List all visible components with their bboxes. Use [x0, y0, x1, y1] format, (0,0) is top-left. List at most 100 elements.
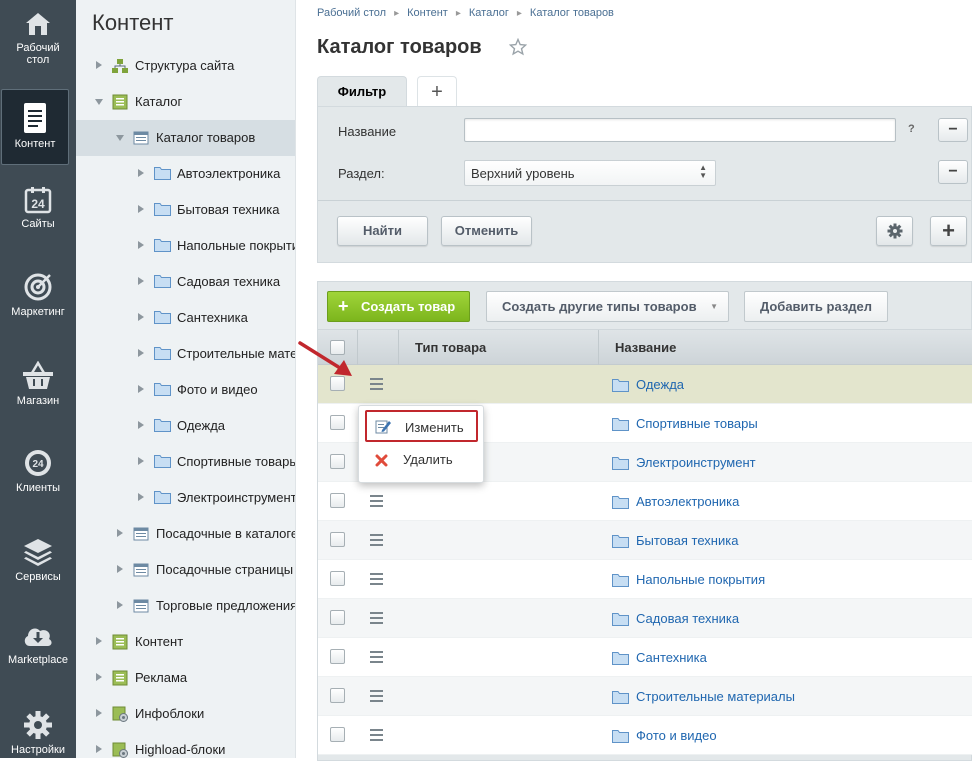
sidebar-item-marketplace[interactable]: Marketplace [0, 622, 76, 666]
sidebar-item-services[interactable]: Сервисы [0, 537, 76, 583]
collapse-arrow-icon[interactable] [116, 135, 124, 141]
row-checkbox[interactable] [330, 454, 345, 469]
tree-node-section[interactable]: Одежда [76, 408, 295, 444]
expand-arrow-icon[interactable] [138, 241, 144, 249]
breadcrumb-item[interactable]: Контент [407, 7, 448, 19]
row-menu-icon[interactable] [370, 651, 383, 666]
tree-node-section[interactable]: Спортивные товары [76, 444, 295, 480]
expand-arrow-icon[interactable] [96, 673, 102, 681]
row-menu-icon[interactable] [370, 612, 383, 627]
tree-node-section[interactable]: Фото и видео [76, 372, 295, 408]
row-name-link[interactable]: Спортивные товары [636, 416, 758, 431]
table-row[interactable]: Бытовая техника [318, 521, 972, 560]
row-menu-icon[interactable] [370, 495, 383, 510]
row-checkbox[interactable] [330, 649, 345, 664]
row-name-link[interactable]: Строительные материалы [636, 689, 795, 704]
breadcrumb-item[interactable]: Каталог [469, 7, 509, 19]
row-name-link[interactable]: Бытовая техника [636, 533, 738, 548]
row-menu-icon[interactable] [370, 729, 383, 744]
row-checkbox[interactable] [330, 571, 345, 586]
expand-arrow-icon[interactable] [96, 637, 102, 645]
expand-arrow-icon[interactable] [96, 61, 102, 69]
row-menu-icon[interactable] [370, 534, 383, 549]
row-name-link[interactable]: Садовая техника [636, 611, 739, 626]
row-menu-icon[interactable] [370, 378, 383, 393]
filter-name-input[interactable] [464, 118, 896, 142]
expand-arrow-icon[interactable] [138, 169, 144, 177]
breadcrumb-item[interactable]: Рабочий стол [317, 7, 386, 19]
favorite-star-icon[interactable] [509, 38, 527, 56]
tree-node-section[interactable]: Строительные материалы [76, 336, 295, 372]
expand-arrow-icon[interactable] [96, 709, 102, 717]
table-row[interactable]: Одежда [318, 365, 972, 404]
find-button[interactable]: Найти [337, 216, 428, 246]
tree-node-section[interactable]: Бытовая техника [76, 192, 295, 228]
tree-node-ads[interactable]: Реклама [76, 660, 295, 696]
tab-filter[interactable]: Фильтр [317, 76, 407, 107]
expand-arrow-icon[interactable] [96, 745, 102, 753]
table-row[interactable]: Фото и видео [318, 716, 972, 755]
collapse-arrow-icon[interactable] [95, 99, 103, 105]
table-row[interactable]: Садовая техника [318, 599, 972, 638]
table-row[interactable]: Напольные покрытия [318, 560, 972, 599]
row-checkbox[interactable] [330, 727, 345, 742]
tree-node-section[interactable]: Сантехника [76, 300, 295, 336]
tree-node-iblock[interactable]: Посадочные в каталоге [76, 516, 295, 552]
sidebar-item-shop[interactable]: Магазин [0, 361, 76, 407]
tree-node-section[interactable]: Электроинструменты [76, 480, 295, 516]
cancel-button[interactable]: Отменить [441, 216, 532, 246]
expand-arrow-icon[interactable] [138, 421, 144, 429]
expand-arrow-icon[interactable] [138, 205, 144, 213]
expand-arrow-icon[interactable] [138, 349, 144, 357]
row-checkbox[interactable] [330, 493, 345, 508]
expand-arrow-icon[interactable] [138, 493, 144, 501]
tree-node-iblock[interactable]: Посадочные страницы [76, 552, 295, 588]
sidebar-item-content[interactable]: Контент [1, 89, 69, 165]
row-name-link[interactable]: Фото и видео [636, 728, 717, 743]
create-other-types-button[interactable]: Создать другие типы товаров ▼ [486, 291, 729, 322]
tree-node-section[interactable]: Садовая техника [76, 264, 295, 300]
expand-arrow-icon[interactable] [117, 565, 123, 573]
row-name-link[interactable]: Напольные покрытия [636, 572, 765, 587]
add-filter-field-button[interactable]: + [930, 216, 967, 246]
grid-header-type[interactable]: Тип товара [398, 330, 598, 365]
sidebar-item-clients[interactable]: 24 Клиенты [0, 448, 76, 494]
menu-item-delete[interactable]: Удалить [365, 446, 478, 476]
tree-node-infoblocks[interactable]: Инфоблоки [76, 696, 295, 732]
table-row[interactable]: Автоэлектроника [318, 482, 972, 521]
menu-item-edit[interactable]: Изменить [365, 410, 478, 442]
expand-arrow-icon[interactable] [138, 277, 144, 285]
sidebar-item-desktop[interactable]: Рабочий стол [0, 10, 76, 66]
expand-arrow-icon[interactable] [117, 529, 123, 537]
sidebar-item-sites[interactable]: 24 Сайты [0, 186, 76, 230]
breadcrumb-item[interactable]: Каталог товаров [530, 7, 614, 19]
tree-node-content[interactable]: Контент [76, 624, 295, 660]
tree-node-section[interactable]: Напольные покрытия [76, 228, 295, 264]
row-menu-icon[interactable] [370, 573, 383, 588]
expand-arrow-icon[interactable] [138, 457, 144, 465]
expand-arrow-icon[interactable] [138, 385, 144, 393]
tree-node-site-structure[interactable]: Структура сайта [76, 48, 295, 84]
tree-node-section[interactable]: Автоэлектроника [76, 156, 295, 192]
remove-name-filter-button[interactable]: − [938, 118, 968, 142]
grid-header-name[interactable]: Название [598, 330, 972, 365]
filter-section-select[interactable]: Верхний уровень ▲ ▼ [464, 160, 716, 186]
table-row[interactable]: Строительные материалы [318, 677, 972, 716]
sidebar-item-marketing[interactable]: Маркетинг [0, 272, 76, 318]
table-row[interactable]: Сантехника [318, 638, 972, 677]
row-checkbox[interactable] [330, 610, 345, 625]
row-name-link[interactable]: Электроинструмент [636, 455, 756, 470]
help-icon[interactable]: ? [908, 123, 915, 135]
row-menu-icon[interactable] [370, 690, 383, 705]
expand-arrow-icon[interactable] [138, 313, 144, 321]
row-checkbox[interactable] [330, 688, 345, 703]
add-filter-tab-button[interactable]: + [417, 76, 457, 107]
row-name-link[interactable]: Автоэлектроника [636, 494, 739, 509]
add-section-button[interactable]: Добавить раздел [744, 291, 888, 322]
create-product-button[interactable]: + Создать товар [327, 291, 470, 322]
tree-node-product-catalog[interactable]: Каталог товаров [76, 120, 295, 156]
row-name-link[interactable]: Одежда [636, 377, 684, 392]
remove-section-filter-button[interactable]: − [938, 160, 968, 184]
tree-node-catalog[interactable]: Каталог [76, 84, 295, 120]
sidebar-item-settings[interactable]: Настройки [0, 710, 76, 756]
